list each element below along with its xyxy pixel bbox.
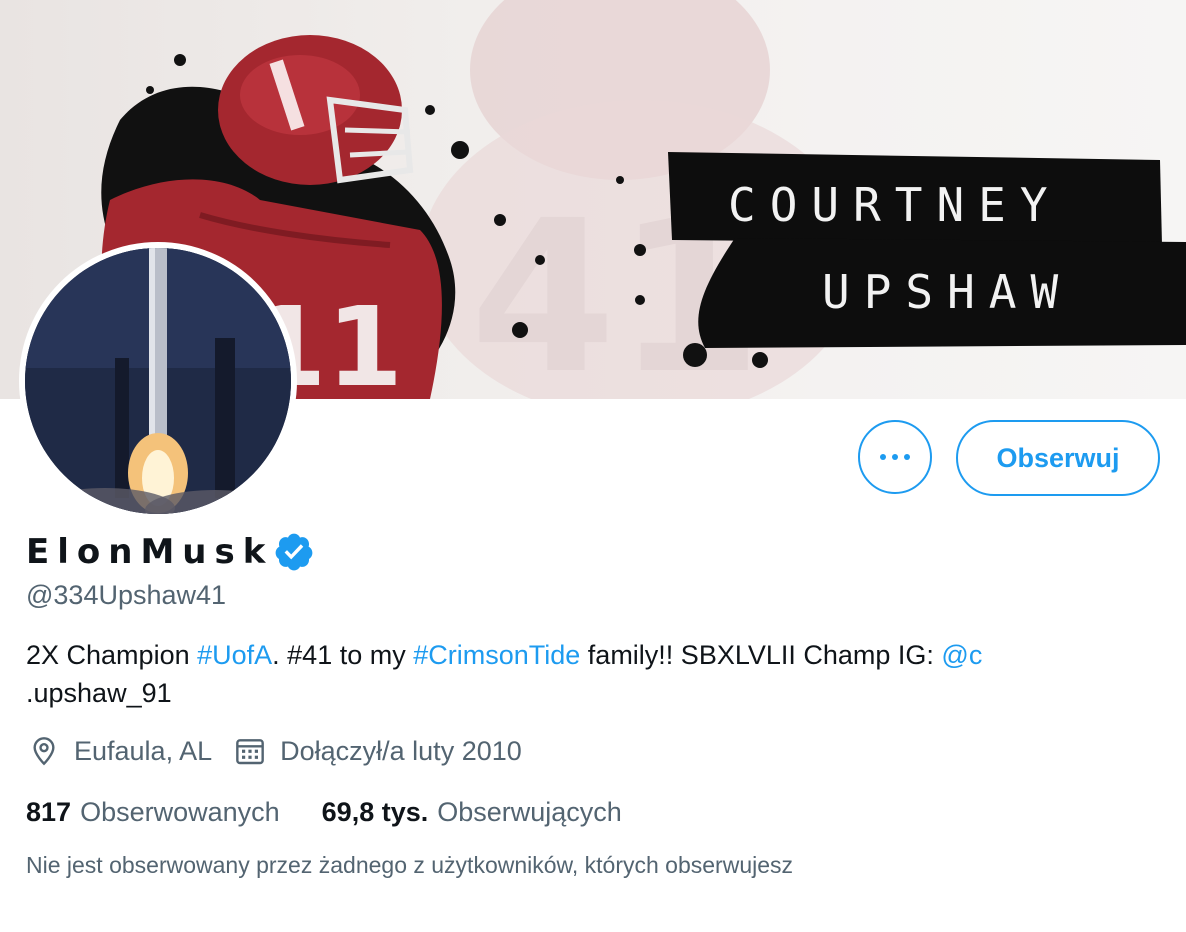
hashtag-link[interactable]: #UofA [197,640,272,670]
bio-text: . #41 to my [272,640,414,670]
location-pin-icon [33,737,55,766]
following-count: 817 [26,796,72,827]
followers-count: 69,8 tys. [321,796,429,827]
bio-text: family!! SBXLVLII Champ IG: [580,640,942,670]
profile-stats: 817 Obserwowanych 69,8 tys. Obserwującyc… [26,792,664,832]
banner-line-1: COURTNEY [728,178,1062,232]
display-name: ElonMusk [26,532,274,572]
more-dot [904,454,910,460]
avatar[interactable] [25,248,291,514]
profile-meta: Eufaula, AL Dołączył/a luty 2010 [28,731,544,771]
hashtag-link[interactable]: #CrimsonTide [413,640,580,670]
profile-page: 41 11 COURTNEY UPSHAW Obserwuj ElonMusk … [0,0,1186,932]
followed-by-note: Nie jest obserwowany przez żadnego z uży… [26,852,794,878]
mention-link[interactable]: @c [941,640,982,670]
location-item: Eufaula, AL [28,735,212,767]
followers-stat[interactable]: 69,8 tys. Obserwujących [322,797,622,828]
joined-text: Dołączył/a luty 2010 [280,735,522,766]
profile-name-row: ElonMusk [26,528,315,576]
follow-button[interactable]: Obserwuj [956,420,1160,496]
bio-text: 2X Champion [26,640,198,670]
profile-bio: 2X Champion #UofA. #41 to my #CrimsonTid… [26,636,1146,712]
verified-badge-icon [275,533,313,571]
following-label: Obserwowanych [80,796,280,827]
user-handle: @334Upshaw41 [26,580,227,610]
more-button[interactable] [858,420,932,494]
followers-label: Obserwujących [437,796,622,827]
more-dot [892,454,898,460]
banner-line-2: UPSHAW [822,265,1073,319]
bio-text: .upshaw_91 [26,678,172,708]
calendar-icon [236,739,264,765]
more-dots-icon [880,454,886,460]
avatar-image [25,248,291,514]
following-stat[interactable]: 817 Obserwowanych [26,797,280,828]
joined-item: Dołączył/a luty 2010 [234,735,522,767]
location-text: Eufaula, AL [74,735,213,766]
